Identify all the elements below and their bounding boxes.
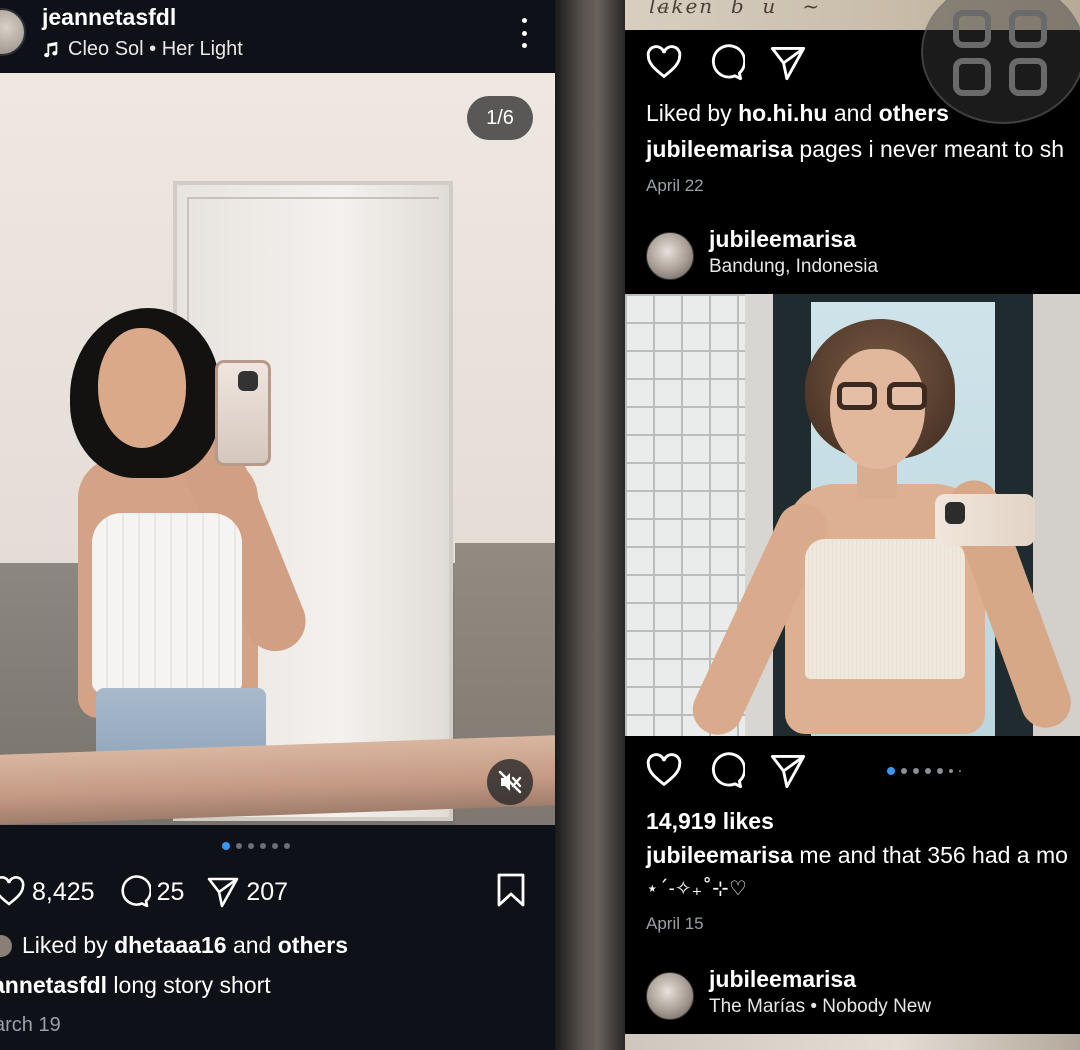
liker-username[interactable]: dhetaaa16	[114, 932, 227, 958]
carousel-dot	[913, 768, 919, 774]
heart-icon[interactable]	[645, 44, 683, 82]
carousel-dot	[236, 843, 242, 849]
post-photo[interactable]	[625, 294, 1080, 736]
caption: jubileemarisa pages i never meant to sh	[646, 136, 1064, 163]
heart-icon[interactable]	[645, 752, 683, 790]
comment-icon[interactable]	[707, 44, 745, 82]
carousel-dot	[284, 843, 290, 849]
post-photo[interactable]: 1/6	[0, 73, 555, 825]
music-note-icon	[44, 41, 58, 57]
carousel-dots	[887, 767, 961, 775]
more-icon[interactable]	[517, 18, 531, 48]
carousel-dot	[272, 843, 278, 849]
share-icon[interactable]	[769, 752, 807, 790]
left-post-panel: jeannetasfdl Cleo Sol • Her Light 1/6 8,…	[0, 0, 555, 1050]
caption: annetasfdl long story short	[0, 972, 271, 999]
liked-others[interactable]: others	[879, 100, 949, 126]
liked-prefix: Liked by	[22, 932, 108, 958]
carousel-dot	[925, 768, 931, 774]
carousel-dots	[222, 842, 290, 850]
action-bar: 8,425 25 207	[0, 872, 547, 912]
carousel-dot	[937, 768, 943, 774]
background-divider	[555, 0, 625, 1050]
music-label[interactable]: Cleo Sol • Her Light	[42, 38, 243, 61]
share-icon	[208, 877, 239, 908]
mute-icon[interactable]	[487, 759, 533, 805]
post-header: jubileemarisa The Marías • Nobody New	[646, 966, 1076, 1026]
like-count: 8,425	[32, 877, 95, 906]
liker-avatar	[0, 934, 12, 957]
share-button[interactable]: 207	[206, 875, 288, 909]
carousel-dot	[248, 843, 254, 849]
caption-text: pages i never meant to sh	[799, 136, 1065, 162]
liked-and: and	[232, 932, 272, 958]
music-text: Cleo Sol • Her Light	[68, 38, 243, 60]
username[interactable]: jeannetasfdl	[42, 4, 176, 31]
carousel-dot	[260, 843, 266, 849]
username[interactable]: jubileemarisa	[709, 226, 856, 253]
comment-button[interactable]: 25	[117, 875, 185, 909]
photo-subject	[60, 308, 350, 778]
like-count[interactable]: 14,919 likes	[646, 808, 774, 835]
avatar[interactable]	[646, 232, 694, 280]
share-icon[interactable]	[769, 44, 807, 82]
carousel-counter: 1/6	[467, 96, 533, 140]
avatar[interactable]	[0, 8, 26, 56]
caption-text: long story short	[113, 972, 271, 998]
caption-text: me and that 356 had a mo	[799, 842, 1068, 868]
post-header: jeannetasfdl Cleo Sol • Her Light	[0, 0, 555, 73]
liked-by[interactable]: Liked by dhetaaa16 and others	[0, 932, 348, 959]
music-label[interactable]: The Marías • Nobody New	[709, 996, 931, 1018]
liked-prefix: Liked by	[646, 100, 732, 126]
location[interactable]: Bandung, Indonesia	[709, 256, 878, 278]
carousel-dot	[222, 842, 230, 850]
post-date: arch 19	[0, 1014, 61, 1036]
comment-icon[interactable]	[707, 752, 745, 790]
action-bar-1	[645, 44, 807, 82]
bookmark-icon[interactable]	[495, 872, 527, 908]
next-photo-edge	[625, 1034, 1080, 1050]
liked-and: and	[833, 100, 873, 126]
liked-others[interactable]: others	[278, 932, 348, 958]
comment-count: 25	[156, 877, 185, 906]
liker-username[interactable]: ho.hi.hu	[738, 100, 827, 126]
right-feed-panel: la̶ken b u ~ Liked by ho.hi.hu and other…	[625, 0, 1080, 1050]
caption: jubileemarisa me and that 356 had a mo	[646, 842, 1068, 869]
caption-line-2: ⋆ˊ˗✧₊˚⊹♡	[646, 876, 747, 900]
share-count: 207	[246, 877, 289, 906]
post-header: jubileemarisa Bandung, Indonesia	[646, 226, 1076, 286]
liked-by[interactable]: Liked by ho.hi.hu and others	[646, 100, 949, 127]
carousel-dot	[887, 767, 895, 775]
carousel-dot	[949, 769, 953, 773]
caption-username[interactable]: jubileemarisa	[646, 136, 793, 162]
carousel-dot	[959, 770, 961, 772]
caption-username[interactable]: annetasfdl	[0, 972, 107, 998]
carousel-dot	[901, 768, 907, 774]
username[interactable]: jubileemarisa	[709, 966, 856, 993]
post-date: April 15	[646, 914, 704, 933]
photo-subject	[655, 314, 1078, 736]
heart-icon	[0, 876, 25, 906]
comment-icon	[120, 875, 151, 908]
like-button[interactable]: 8,425	[0, 875, 95, 909]
caption-username[interactable]: jubileemarisa	[646, 842, 793, 868]
action-bar-2	[645, 752, 807, 790]
post-date: April 22	[646, 176, 704, 195]
avatar[interactable]	[646, 972, 694, 1020]
screen: jeannetasfdl Cleo Sol • Her Light 1/6 8,…	[0, 0, 1080, 1050]
